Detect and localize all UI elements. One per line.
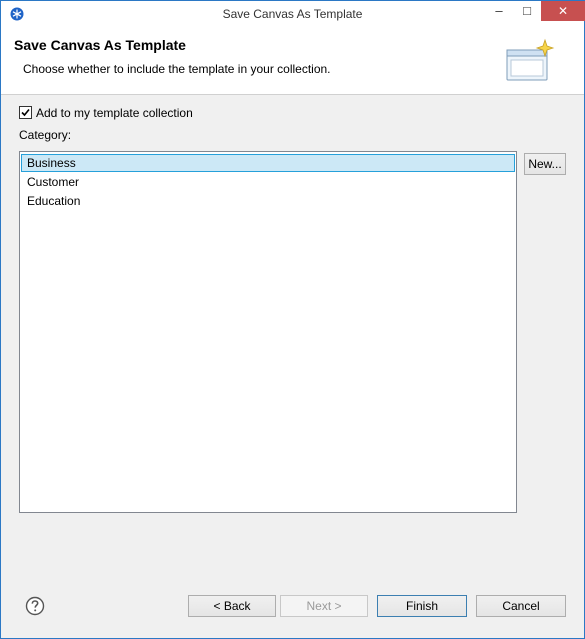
title-bar: Save Canvas As Template – □ ✕ — [1, 1, 585, 28]
dialog-window: Save Canvas As Template – □ ✕ Save Canva… — [0, 0, 585, 639]
help-icon[interactable] — [25, 596, 45, 616]
page-title: Save Canvas As Template — [14, 37, 186, 53]
minimize-button[interactable]: – — [485, 1, 513, 21]
cancel-button[interactable]: Cancel — [476, 595, 566, 617]
next-button[interactable]: Next > — [280, 595, 368, 617]
add-to-collection-checkbox[interactable] — [19, 106, 32, 119]
category-label: Category: — [19, 128, 72, 142]
checkmark-icon — [21, 108, 30, 117]
finish-button[interactable]: Finish — [377, 595, 467, 617]
add-to-collection-label[interactable]: Add to my template collection — [36, 106, 193, 120]
close-button[interactable]: ✕ — [541, 1, 585, 21]
category-item-customer[interactable]: Customer — [21, 173, 515, 191]
new-category-button[interactable]: New... — [524, 153, 566, 175]
page-description: Choose whether to include the template i… — [23, 62, 331, 76]
wizard-header: Save Canvas As Template Choose whether t… — [1, 28, 584, 95]
back-button[interactable]: < Back — [188, 595, 276, 617]
maximize-button[interactable]: □ — [513, 1, 541, 21]
category-item-education[interactable]: Education — [21, 192, 515, 210]
category-item-business[interactable]: Business — [21, 154, 515, 172]
category-list[interactable]: Business Customer Education — [19, 151, 517, 513]
wizard-banner-icon — [506, 38, 555, 81]
